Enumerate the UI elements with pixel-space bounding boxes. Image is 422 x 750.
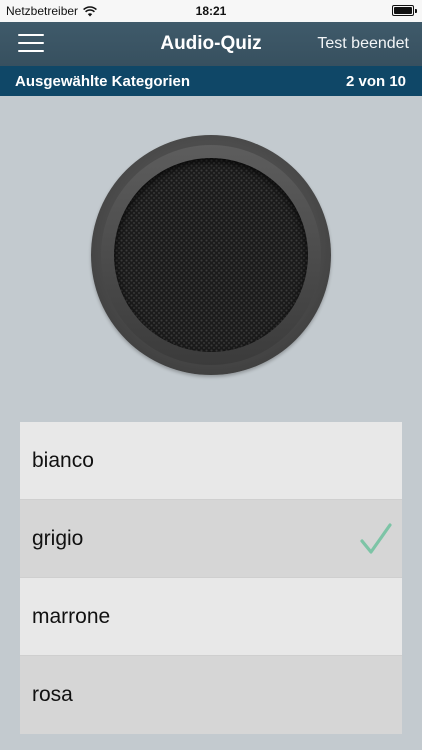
category-bar: Ausgewählte Kategorien 2 von 10 <box>0 66 422 96</box>
battery-icon <box>392 5 417 16</box>
answer-label: marrone <box>32 604 111 628</box>
answer-list: bianco grigio marrone rosa <box>20 422 402 734</box>
answer-option-marrone[interactable]: marrone <box>20 578 402 656</box>
status-bar: Netzbetreiber 18:21 <box>0 0 422 22</box>
selected-categories-label: Ausgewählte Kategorien <box>15 73 191 90</box>
status-time: 18:21 <box>195 4 227 18</box>
speaker-icon[interactable] <box>91 135 331 375</box>
answer-label: bianco <box>32 448 94 472</box>
speaker-grille <box>114 158 308 352</box>
answer-label: rosa <box>32 683 73 706</box>
end-test-button[interactable]: Test beendet <box>317 35 409 53</box>
question-progress: 2 von 10 <box>345 73 406 90</box>
checkmark-icon <box>360 523 392 554</box>
answer-label: grigio <box>32 526 84 550</box>
answer-option-bianco[interactable]: bianco <box>20 422 402 500</box>
answer-option-grigio[interactable]: grigio <box>20 500 402 578</box>
answer-option-rosa[interactable]: rosa <box>20 656 402 734</box>
nav-bar: Audio-Quiz Test beendet <box>0 22 422 66</box>
